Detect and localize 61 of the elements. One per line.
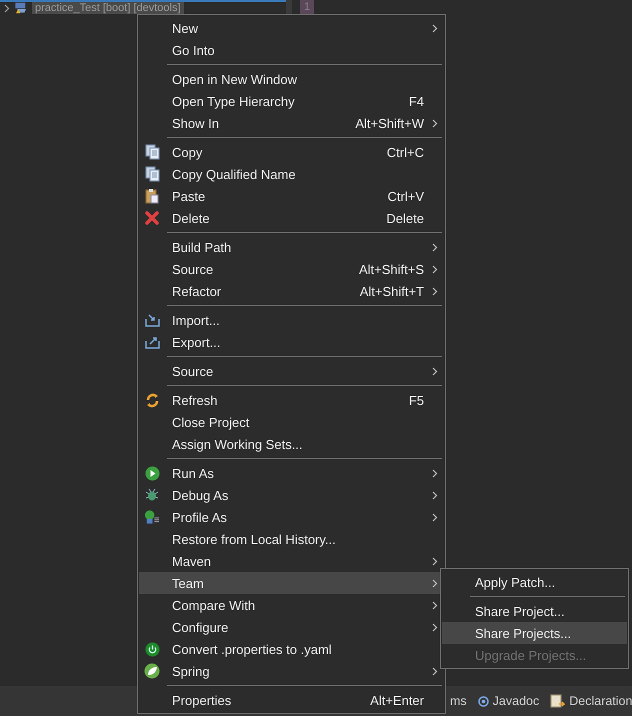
- chevron-icon: [432, 666, 438, 676]
- menu-item[interactable]: Debug As: [139, 484, 444, 506]
- run-icon: [144, 466, 160, 480]
- chevron-icon: [432, 468, 438, 478]
- leaf-icon: [144, 663, 160, 679]
- menu-item[interactable]: Open in New Window: [139, 68, 444, 90]
- menu-item[interactable]: Source Alt+Shift+S: [139, 258, 444, 280]
- menu-item[interactable]: Source: [139, 360, 444, 382]
- menu-item[interactable]: Profile As: [139, 506, 444, 528]
- chevron-icon: [432, 600, 438, 610]
- menu-item[interactable]: Copy Qualified Name: [139, 163, 444, 185]
- menu-item[interactable]: Share Projects...: [442, 622, 627, 644]
- menu-item[interactable]: Assign Working Sets...: [139, 433, 444, 455]
- declaration-icon: [550, 694, 566, 708]
- chevron-icon: [432, 264, 438, 274]
- chevron-icon: [432, 512, 438, 522]
- chevron-icon: [432, 622, 438, 632]
- copy-icon: [144, 144, 160, 160]
- menu-item[interactable]: Go Into: [139, 39, 444, 61]
- bug-icon: [144, 487, 160, 503]
- chevron-icon[interactable]: [4, 4, 10, 12]
- chevron-icon: [432, 24, 438, 32]
- tab-label[interactable]: Declaration: [569, 694, 632, 708]
- menu-item[interactable]: Copy Ctrl+C: [139, 141, 444, 163]
- power-icon: [144, 642, 160, 656]
- menu-item[interactable]: Properties Alt+Enter: [139, 689, 444, 711]
- menu-item[interactable]: Maven: [139, 550, 444, 572]
- menu-item[interactable]: Run As: [139, 462, 444, 484]
- profile-icon: [144, 509, 160, 525]
- menu-item[interactable]: Open Type Hierarchy F4: [139, 90, 444, 112]
- menu-item[interactable]: Delete Delete: [139, 207, 444, 229]
- menu-item[interactable]: New: [139, 17, 444, 39]
- chevron-icon: [432, 286, 438, 296]
- menu-item[interactable]: Paste Ctrl+V: [139, 185, 444, 207]
- menu-item[interactable]: Configure: [139, 616, 444, 638]
- menu-item[interactable]: Import...: [139, 309, 444, 331]
- chevron-icon: [432, 556, 438, 566]
- tab-label[interactable]: ms: [450, 694, 467, 708]
- menu-item[interactable]: Restore from Local History...: [139, 528, 444, 550]
- project-icon: [14, 2, 28, 14]
- menu-item[interactable]: Apply Patch...: [442, 571, 627, 593]
- menu-item[interactable]: Show In Alt+Shift+W: [139, 112, 444, 134]
- menu-item[interactable]: Build Path: [139, 236, 444, 258]
- menu-item[interactable]: Close Project: [139, 411, 444, 433]
- menu-item[interactable]: Share Project...: [442, 600, 627, 622]
- chevron-icon: [432, 242, 438, 252]
- menu-item[interactable]: Compare With: [139, 594, 444, 616]
- chevron-icon: [432, 578, 438, 588]
- menu-item[interactable]: Refresh F5: [139, 389, 444, 411]
- delete-icon: [145, 211, 159, 225]
- chevron-icon: [432, 118, 438, 128]
- tab-label[interactable]: Javadoc: [492, 694, 540, 708]
- refresh-icon: [144, 392, 160, 408]
- menu-item[interactable]: Refactor Alt+Shift+T: [139, 280, 444, 302]
- chevron-icon: [432, 490, 438, 500]
- copy-icon: [144, 166, 160, 182]
- export-icon: [144, 335, 160, 349]
- import-icon: [144, 313, 160, 327]
- menu-item[interactable]: Export...: [139, 331, 444, 353]
- chevron-icon: [432, 366, 438, 376]
- clipboard-icon: [145, 188, 159, 204]
